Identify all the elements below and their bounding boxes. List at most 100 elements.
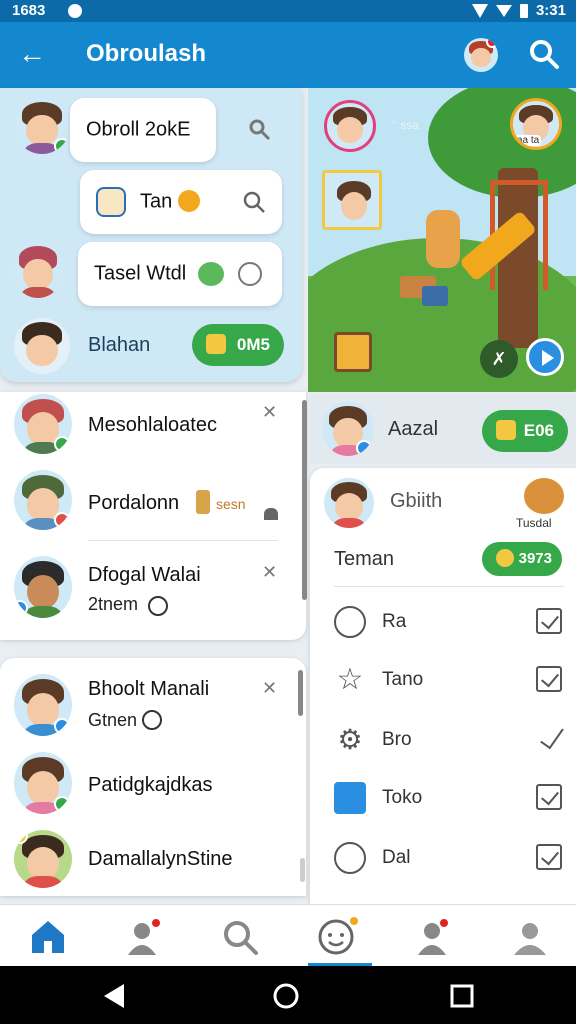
avatar: [14, 556, 72, 618]
checkbox[interactable]: [536, 666, 562, 692]
avatar[interactable]: [324, 100, 376, 152]
status-icons: 3:31: [471, 2, 566, 19]
clock-icon: [148, 596, 168, 616]
system-nav-bar: [0, 966, 576, 1024]
leaf-icon: [198, 262, 224, 286]
scrollbar[interactable]: [298, 670, 303, 716]
contact-name[interactable]: Pordalonn: [88, 492, 179, 515]
contact-status: 2tnem: [88, 594, 139, 614]
search-icon[interactable]: [526, 36, 562, 72]
avatar: [14, 98, 70, 154]
notification-badge: [150, 917, 162, 929]
car-icon[interactable]: [264, 508, 278, 520]
contact-name[interactable]: DamallalynStine: [88, 848, 233, 871]
avatar: [14, 394, 72, 454]
avatar: [14, 318, 70, 374]
avatar: [322, 476, 376, 530]
action-chip[interactable]: 0M5: [192, 324, 284, 366]
option-row[interactable]: Toko: [334, 778, 564, 818]
close-icon[interactable]: ✕: [262, 402, 277, 423]
coin-icon: [496, 549, 514, 567]
clock-icon: [142, 710, 162, 730]
building-icon: [334, 782, 366, 814]
character-sprite: [426, 210, 460, 268]
checkmark-icon[interactable]: [540, 722, 564, 750]
avatar: [14, 830, 72, 888]
close-icon[interactable]: ✕: [262, 678, 277, 699]
option-row[interactable]: Dal: [334, 838, 564, 878]
avatar: [14, 752, 72, 814]
option-row[interactable]: Ra: [334, 602, 564, 642]
profile-avatar-button[interactable]: [464, 38, 498, 72]
close-icon[interactable]: ✕: [262, 562, 277, 583]
page-title: Obroulash: [86, 40, 207, 67]
tag-icon: [206, 334, 226, 354]
battery-icon: [519, 3, 528, 18]
notification-icon: [68, 4, 82, 18]
cup-icon: [96, 187, 126, 217]
player-card[interactable]: [322, 170, 382, 230]
bench-sprite: [422, 286, 448, 306]
reaction-icon[interactable]: [238, 262, 262, 286]
checkbox[interactable]: [536, 784, 562, 810]
teman-label: Teman: [334, 548, 395, 570]
smile-icon: [334, 606, 366, 638]
gear-icon: ⚙: [337, 724, 363, 755]
emoji-icon: [178, 190, 200, 212]
chat-bubble[interactable]: Obroll 2okE: [70, 98, 216, 162]
back-arrow-icon[interactable]: ←: [16, 38, 48, 70]
scene-caption: ‘’ ssa: [392, 118, 419, 132]
contact-name[interactable]: Patidgkajdkas: [88, 774, 213, 797]
home-icon[interactable]: [28, 917, 68, 957]
figure-icon: [196, 490, 210, 514]
cart-sprite: [334, 332, 372, 372]
bear-label: Tusdal: [516, 516, 552, 530]
contact-row[interactable]: Aazal E06: [310, 394, 576, 464]
face-icon: [334, 842, 366, 874]
contact-name[interactable]: Bhoolt Manali: [88, 678, 209, 701]
chat-panel: Obroll 2okE Tan Tasel Wtdl Blahan 0M5: [0, 88, 302, 382]
crossed-tools-icon[interactable]: ✗: [480, 340, 518, 378]
option-row[interactable]: ⚙ Bro: [334, 720, 564, 760]
avatar: [12, 242, 64, 298]
wifi-icon: [471, 3, 488, 18]
contact-list-card: Mesohlaloatec ✕ Pordalonn sesn Dfogal Wa…: [0, 392, 307, 640]
key-icon[interactable]: [248, 118, 272, 142]
back-triangle-icon[interactable]: [100, 982, 128, 1010]
search-icon[interactable]: [220, 917, 260, 957]
notification-badge: [438, 917, 450, 929]
contact-list-card: Bhoolt Manali Gtnen ✕ Patidgkajdkas Dama…: [0, 658, 306, 896]
scrollbar[interactable]: [302, 400, 307, 600]
recents-square-icon[interactable]: [448, 982, 476, 1010]
contact-tag: sesn: [216, 496, 246, 512]
tag-icon: [496, 420, 516, 440]
teman-chip[interactable]: 3973: [482, 542, 562, 576]
play-button[interactable]: [526, 338, 564, 376]
option-row[interactable]: ☆ Tano: [334, 660, 564, 700]
checkbox[interactable]: [536, 844, 562, 870]
status-bar: 1683 3:31: [0, 0, 576, 22]
user-name: Blahan: [88, 334, 151, 356]
status-clock: 3:31: [535, 2, 566, 19]
avatar: [14, 674, 72, 736]
notification-badge: [348, 915, 360, 927]
profile-icon[interactable]: [510, 917, 550, 957]
chat-bubble[interactable]: Tasel Wtdl: [78, 242, 282, 306]
status-time: 1683: [12, 2, 46, 19]
contact-status: Gtnen: [88, 710, 138, 730]
star-icon: ☆: [336, 663, 364, 696]
action-chip[interactable]: E06: [482, 410, 568, 452]
bottom-nav: [0, 904, 576, 967]
home-circle-icon[interactable]: [272, 982, 300, 1010]
chat-bubble[interactable]: Tan: [80, 170, 282, 234]
options-panel: Gbiith Tusdal Teman 3973 Ra ☆ Tano ⚙ Bro…: [310, 468, 576, 904]
game-scene[interactable]: ‘’ ssa aa ta ✗: [308, 88, 576, 392]
avatar[interactable]: aa ta: [510, 98, 562, 150]
checkbox[interactable]: [536, 608, 562, 634]
avatar: [14, 470, 72, 530]
contact-name[interactable]: Dfogal Walai: [88, 564, 201, 587]
search-icon[interactable]: [242, 190, 266, 214]
app-bar: ← Obroulash: [0, 22, 576, 88]
panel-user-name: Gbiith: [390, 490, 443, 512]
contact-name[interactable]: Mesohlaloatec: [88, 414, 217, 437]
